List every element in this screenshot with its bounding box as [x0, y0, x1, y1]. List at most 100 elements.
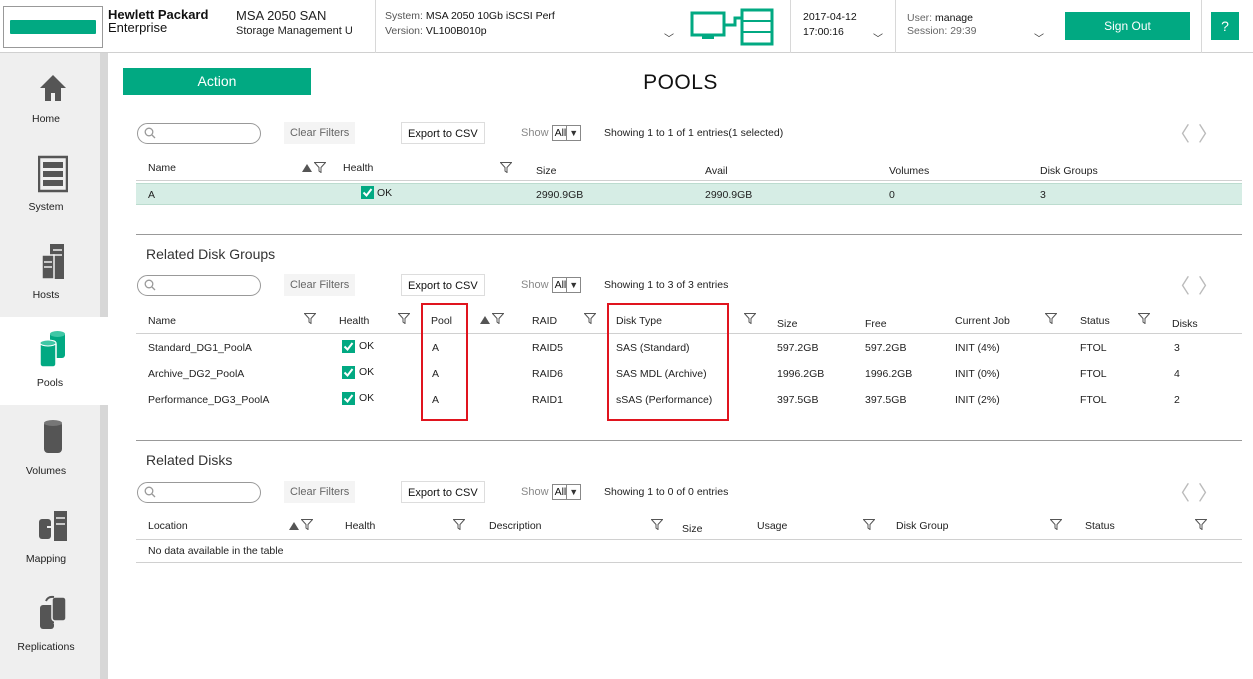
dg-name[interactable]: Standard_DG1_PoolA — [148, 342, 252, 354]
filter-icon[interactable] — [1045, 313, 1057, 324]
search-icon — [144, 127, 156, 139]
sort-asc-icon[interactable] — [289, 522, 299, 530]
col-header-disk-group[interactable]: Disk Group — [896, 520, 949, 532]
col-header-name[interactable]: Name — [148, 162, 176, 174]
health-ok-icon — [342, 366, 355, 379]
dg-health: OK — [359, 366, 375, 378]
col-header-free[interactable]: Free — [865, 318, 887, 330]
dg-size: 597.2GB — [777, 342, 819, 354]
col-header-size[interactable]: Size — [536, 165, 556, 177]
disks-pager[interactable]: 〈〉 — [1170, 477, 1226, 506]
disk-groups-pager[interactable]: 〈〉 — [1170, 270, 1226, 299]
show-value: All — [554, 279, 567, 292]
disk-groups-clear-filters-button[interactable]: Clear Filters — [284, 274, 356, 296]
prev-page-icon[interactable]: 〈 — [1170, 483, 1198, 505]
table-row[interactable] — [136, 183, 1242, 205]
col-header-health[interactable]: Health — [339, 315, 369, 327]
col-header-size[interactable]: Size — [682, 523, 702, 535]
col-header-disk-groups[interactable]: Disk Groups — [1040, 165, 1098, 177]
prev-page-icon[interactable]: 〈 — [1170, 124, 1198, 146]
dg-disks: 2 — [1174, 394, 1180, 406]
col-header-size[interactable]: Size — [777, 318, 797, 330]
col-header-health[interactable]: Health — [343, 162, 373, 174]
disks-search-input[interactable] — [137, 482, 261, 503]
date-time[interactable]: 2017-04-12 17:00:16 — [803, 10, 857, 40]
sidebar-item-volumes[interactable]: Volumes — [0, 405, 100, 493]
dg-raid: RAID6 — [532, 368, 563, 380]
sidebar-item-mapping[interactable]: Mapping — [0, 493, 100, 581]
dg-status: FTOL — [1080, 394, 1107, 406]
disks-clear-filters-button[interactable]: Clear Filters — [284, 481, 356, 503]
search-icon — [144, 486, 156, 498]
col-header-description[interactable]: Description — [489, 520, 542, 532]
filter-icon[interactable] — [1138, 313, 1150, 324]
col-header-current-job[interactable]: Current Job — [955, 315, 1010, 327]
dg-name[interactable]: Archive_DG2_PoolA — [148, 368, 244, 380]
filter-icon[interactable] — [584, 313, 596, 324]
filter-icon[interactable] — [744, 313, 756, 324]
dg-current-job: INIT (2%) — [955, 394, 1000, 406]
col-header-health[interactable]: Health — [345, 520, 375, 532]
pools-show-select[interactable]: Show All ▼ — [521, 122, 582, 144]
filter-icon[interactable] — [304, 313, 316, 324]
system-info[interactable]: System: MSA 2050 10Gb iSCSI Perf Version… — [385, 9, 555, 39]
health-ok-icon — [342, 392, 355, 405]
filter-icon[interactable] — [651, 519, 663, 530]
pool-size: 2990.9GB — [536, 189, 584, 201]
filter-icon[interactable] — [863, 519, 875, 530]
pools-export-csv-button[interactable]: Export to CSV — [401, 122, 485, 144]
sidebar-item-replications[interactable]: Replications — [0, 581, 100, 669]
table-divider — [136, 539, 1242, 540]
sidebar-item-hosts[interactable]: Hosts — [0, 229, 100, 317]
disk-groups-show-select[interactable]: Show All ▼ — [521, 274, 582, 296]
dg-name[interactable]: Performance_DG3_PoolA — [148, 394, 269, 406]
dg-free: 1996.2GB — [865, 368, 913, 380]
disks-export-csv-button[interactable]: Export to CSV — [401, 481, 485, 503]
pools-search-input[interactable] — [137, 123, 261, 144]
system-label: System: — [385, 10, 423, 22]
health-ok-icon — [342, 340, 355, 353]
disks-show-select[interactable]: Show All ▼ — [521, 481, 582, 503]
datetime-chevron-down-icon[interactable]: ﹀ — [873, 30, 883, 45]
filter-icon[interactable] — [1195, 519, 1207, 530]
next-page-icon[interactable]: 〉 — [1198, 276, 1226, 298]
filter-icon[interactable] — [500, 162, 512, 173]
system-status-icon[interactable] — [690, 8, 780, 48]
user-chevron-down-icon[interactable]: ﹀ — [1034, 30, 1044, 45]
help-button[interactable]: ? — [1211, 12, 1239, 40]
col-header-usage[interactable]: Usage — [757, 520, 787, 532]
sign-out-button[interactable]: Sign Out — [1065, 12, 1190, 40]
sidebar-item-system[interactable]: System — [0, 141, 100, 229]
pools-pager[interactable]: 〈〉 — [1170, 118, 1226, 147]
sort-asc-icon[interactable] — [480, 316, 490, 324]
next-page-icon[interactable]: 〉 — [1198, 124, 1226, 146]
table-divider — [136, 562, 1242, 563]
col-header-avail[interactable]: Avail — [705, 165, 728, 177]
col-header-status[interactable]: Status — [1080, 315, 1110, 327]
filter-icon[interactable] — [314, 162, 326, 173]
user-info[interactable]: User: manage Session: 29:39 — [907, 12, 976, 38]
filter-icon[interactable] — [301, 519, 313, 530]
system-chevron-down-icon[interactable]: ﹀ — [664, 30, 674, 45]
filter-icon[interactable] — [492, 313, 504, 324]
col-header-disks[interactable]: Disks — [1172, 318, 1198, 330]
filter-icon[interactable] — [398, 313, 410, 324]
pools-clear-filters-button[interactable]: Clear Filters — [284, 122, 356, 144]
sidebar-item-label: Volumes — [25, 465, 67, 477]
sort-asc-icon[interactable] — [302, 164, 312, 172]
next-page-icon[interactable]: 〉 — [1198, 483, 1226, 505]
filter-icon[interactable] — [453, 519, 465, 530]
col-header-volumes[interactable]: Volumes — [889, 165, 929, 177]
col-header-name[interactable]: Name — [148, 315, 176, 327]
sidebar-item-pools[interactable]: Pools — [0, 317, 108, 405]
hpe-logo — [3, 6, 103, 48]
col-header-raid[interactable]: RAID — [532, 315, 557, 327]
sidebar-item-home[interactable]: Home — [0, 53, 100, 141]
prev-page-icon[interactable]: 〈 — [1170, 276, 1198, 298]
col-header-status[interactable]: Status — [1085, 520, 1115, 532]
disk-groups-search-input[interactable] — [137, 275, 261, 296]
filter-icon[interactable] — [1050, 519, 1062, 530]
col-header-location[interactable]: Location — [148, 520, 188, 532]
show-label: Show — [521, 279, 549, 291]
disk-groups-export-csv-button[interactable]: Export to CSV — [401, 274, 485, 296]
